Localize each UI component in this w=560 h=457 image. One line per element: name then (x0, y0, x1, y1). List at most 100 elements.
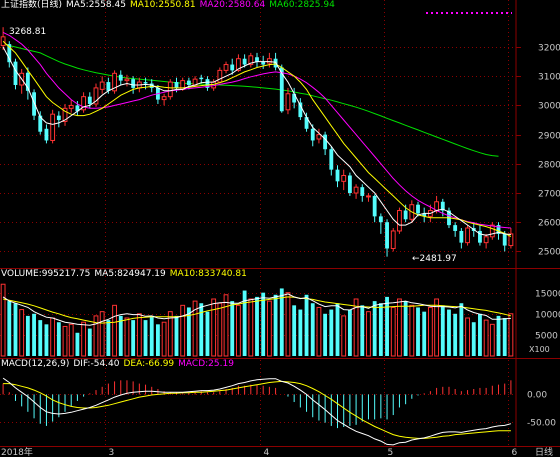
candle-body (459, 230, 464, 243)
candle-body (483, 236, 489, 244)
candle (453, 222, 458, 237)
candle-body (292, 93, 297, 103)
candle (161, 93, 167, 106)
candle (112, 70, 117, 94)
volume-bar (161, 321, 167, 357)
volume-tick-label: 10000 (535, 311, 560, 321)
month-tick-label: 4 (264, 448, 270, 457)
volume-bar (68, 323, 74, 357)
volume-bar (131, 320, 136, 356)
macd-tick-label: -50.00 (527, 419, 556, 429)
candle (459, 228, 464, 249)
candle (323, 131, 328, 156)
candle-body (390, 230, 396, 249)
candle (341, 169, 347, 191)
candle (422, 207, 427, 223)
dif-legend: DIF:-54.40 (73, 359, 120, 369)
volume-bar (149, 315, 154, 356)
price-tick-label: 2700 (538, 190, 560, 200)
volume-bar (50, 317, 56, 357)
candle (223, 61, 229, 74)
volume-bar (266, 300, 272, 357)
candle (62, 103, 68, 126)
volume-bar (508, 313, 514, 357)
volume-bar (440, 305, 445, 356)
candle (13, 58, 18, 90)
volume-tick-label: 5000 (535, 332, 558, 342)
volume-bar (143, 320, 148, 356)
candle-body (0, 36, 6, 47)
volume-bar (347, 309, 352, 356)
volume-legend: VOLUME:995217.75 (1, 269, 91, 279)
candle-body (186, 80, 191, 85)
candle-body (347, 175, 352, 194)
candle (316, 128, 322, 144)
volume-bar (217, 302, 223, 357)
candle (508, 228, 514, 249)
candle-body (131, 79, 136, 88)
volume-bar (205, 311, 210, 356)
volume-bar (155, 324, 160, 356)
volume-bar (180, 304, 186, 357)
candle-body (50, 113, 56, 141)
price-tick-label: 2900 (538, 132, 560, 142)
volume-bar (255, 296, 259, 356)
volume-bar (62, 325, 68, 357)
volume-bar (25, 315, 30, 356)
volume-bar (378, 303, 383, 356)
volume-bar (465, 317, 470, 357)
candle-body (174, 82, 179, 88)
candle-body (378, 216, 383, 223)
price-header: 上证指数(日线) MA5:2558.45 MA10:2550.81 MA20:2580… (1, 0, 339, 11)
candle (378, 213, 383, 234)
volume-bar (422, 311, 427, 356)
volume-bar (279, 288, 284, 356)
volume-ma5-legend: MA5:824947.19 (94, 269, 166, 279)
candle (360, 184, 365, 202)
candle-body (56, 115, 61, 121)
volume-bar (199, 303, 204, 356)
month-tick-label: 3 (109, 448, 115, 457)
candle (0, 27, 6, 50)
candle (397, 207, 402, 234)
volume-bar (385, 296, 389, 356)
candle-body (285, 93, 291, 111)
candle-body (341, 174, 347, 182)
volume-bar (211, 298, 217, 357)
volume-bar (416, 307, 420, 356)
candle (255, 52, 259, 68)
low-annotation: ←2481.97 (412, 254, 457, 264)
candle-body (242, 58, 247, 65)
price-tick-label: 3100 (538, 73, 560, 83)
volume-bar (136, 313, 142, 357)
macd-title: MACD(12,26,9) (1, 359, 70, 369)
candle (261, 55, 266, 69)
volume-bar (329, 309, 334, 356)
volume-bar (304, 294, 309, 356)
ma5-legend: MA5:2558.45 (66, 0, 126, 10)
candle-body (323, 134, 328, 150)
volume-bar (403, 301, 408, 356)
macd-header: MACD(12,26,9) DIF:-54.40 DEA:-66.99 MACD:25… (1, 359, 238, 370)
price-tick-label: 3000 (538, 102, 560, 112)
candle (50, 109, 56, 144)
date-start-label: 2018年 (1, 446, 33, 457)
price-tick-label: 3200 (538, 44, 560, 54)
candle (335, 165, 340, 188)
volume-bar (261, 292, 266, 356)
volume-bar (489, 323, 495, 357)
candle-body (87, 96, 92, 104)
candle-body (217, 69, 223, 83)
volume-bar (285, 292, 291, 357)
price-tick-label: 2600 (538, 219, 560, 229)
volume-bar (99, 311, 105, 357)
candle-body (106, 82, 111, 91)
candle-body (124, 78, 130, 82)
volume-bar (44, 324, 49, 356)
volume-bar (112, 304, 117, 357)
stock-chart: 3 4 5 6 2500 2600 2700 2800 2900 3000 3100 3200 5000… (0, 0, 560, 457)
candle (248, 52, 254, 68)
candle-body (403, 210, 408, 220)
candle (285, 87, 291, 115)
candle (167, 79, 173, 100)
